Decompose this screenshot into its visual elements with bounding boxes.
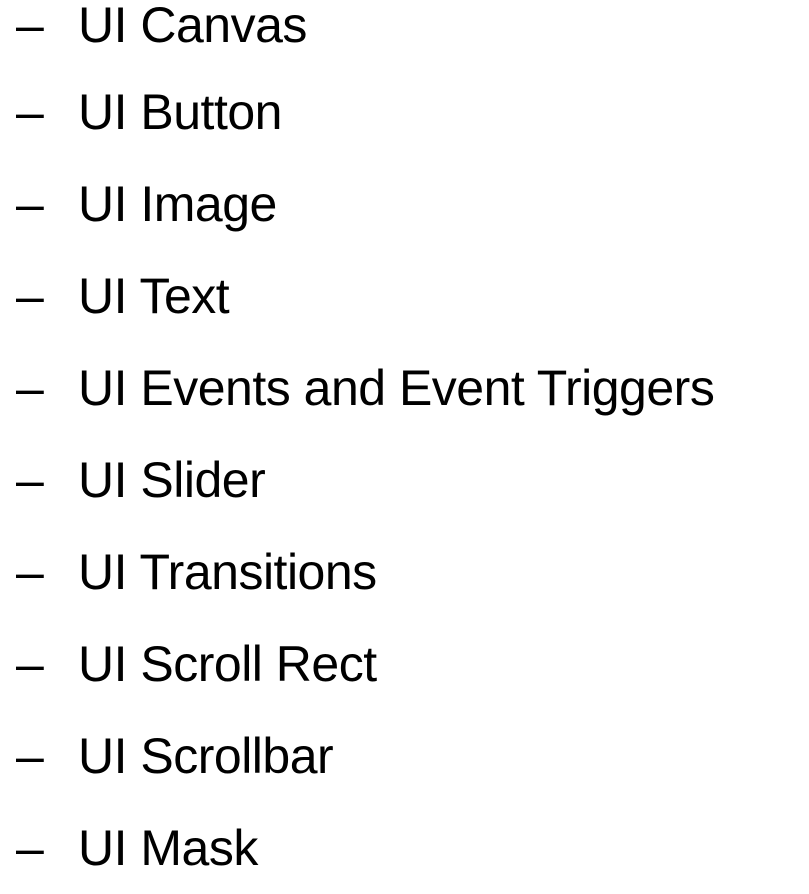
list-item-label: UI Slider — [78, 452, 266, 508]
bullet-dash: – — [16, 452, 44, 508]
list-item-ui-button: – UI Button — [16, 66, 806, 158]
list-item-ui-scrollbar: – UI Scrollbar — [16, 710, 806, 802]
list-item-ui-text: – UI Text — [16, 250, 806, 342]
list-item-ui-mask: – UI Mask — [16, 802, 806, 894]
list-item-label: UI Image — [78, 176, 277, 232]
bullet-dash: – — [16, 820, 44, 876]
list-item-ui-transitions: – UI Transitions — [16, 526, 806, 618]
list-item-label: UI Mask — [78, 820, 258, 876]
list-item-ui-canvas: – UI Canvas — [16, 0, 806, 66]
bullet-dash: – — [16, 728, 44, 784]
list-item-label: UI Events and Event Triggers — [78, 360, 715, 416]
list-item-label: UI Canvas — [78, 0, 307, 53]
list-item-label: UI Text — [78, 268, 230, 324]
bullet-dash: – — [16, 544, 44, 600]
bullet-dash: – — [16, 84, 44, 140]
bullet-dash: – — [16, 360, 44, 416]
list-item-label: UI Button — [78, 84, 282, 140]
bullet-dash: – — [16, 268, 44, 324]
list-item-ui-scroll-rect: – UI Scroll Rect — [16, 618, 806, 710]
bullet-dash: – — [16, 636, 44, 692]
bullet-dash: – — [16, 176, 44, 232]
list-item-label: UI Transitions — [78, 544, 377, 600]
list-item-ui-events: – UI Events and Event Triggers — [16, 342, 806, 434]
list-item-ui-slider: – UI Slider — [16, 434, 806, 526]
list-item-label: UI Scrollbar — [78, 728, 334, 784]
bullet-dash: – — [16, 0, 44, 53]
list-item-label: UI Scroll Rect — [78, 636, 377, 692]
topic-list: – UI Canvas – UI Button – UI Image – UI … — [16, 0, 806, 894]
list-item-ui-image: – UI Image — [16, 158, 806, 250]
